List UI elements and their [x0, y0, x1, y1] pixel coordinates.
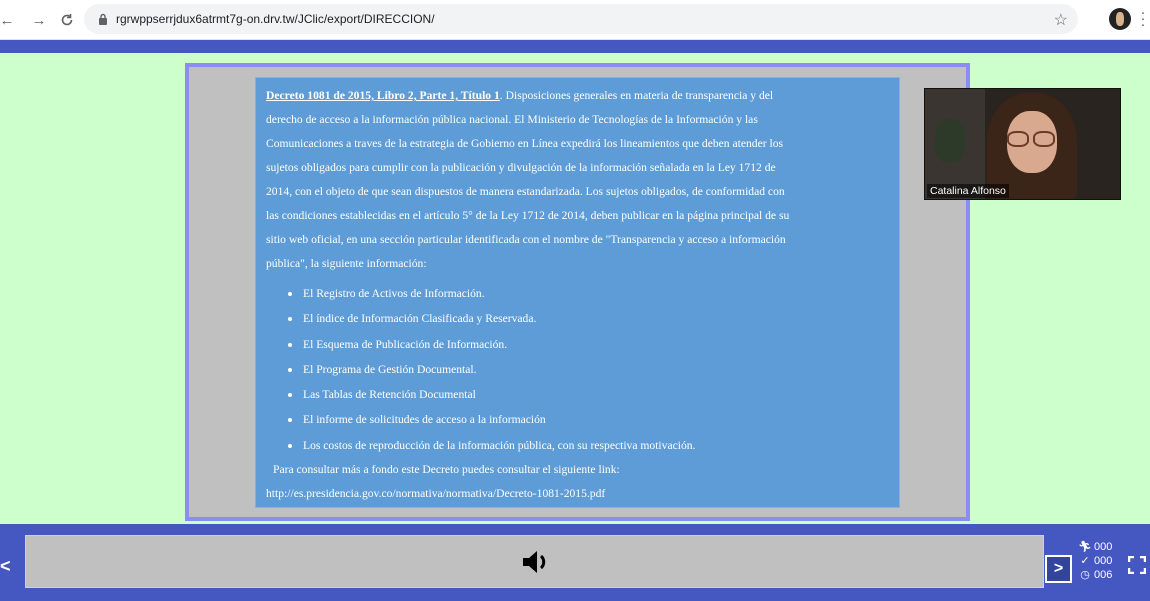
video-plant [935, 119, 965, 163]
back-icon[interactable]: ← [0, 9, 15, 31]
decree-reference[interactable]: Decreto 1081 de 2015, Libro 2, Parte 1, … [266, 89, 500, 102]
bottom-bar: < > 🏃︎ 000 ✓ 000 ◷ 006 [0, 524, 1150, 601]
next-button[interactable]: > [1045, 555, 1072, 583]
list-item: Las Tablas de Retención Documental [266, 382, 889, 407]
url-text: rgrwppserrjdux6atrmt7g-on.drv.tw/JClic/e… [116, 12, 435, 26]
consult-text: Para consultar más a fondo este Decreto … [273, 463, 620, 477]
intro-line: derecho de acceso a la información públi… [266, 113, 758, 126]
jclic-activity: Decreto 1081 de 2015, Libro 2, Parte 1, … [0, 40, 1150, 601]
list-item: El informe de solicitudes de acceso a la… [266, 407, 889, 432]
reload-icon[interactable] [56, 9, 78, 31]
counters: 🏃︎ 000 ✓ 000 ◷ 006 [1076, 540, 1134, 582]
message-box [25, 535, 1044, 588]
profile-avatar[interactable] [1109, 8, 1131, 30]
check-icon: ✓ [1080, 555, 1090, 567]
list-item: El índice de Información Clasificada y R… [266, 306, 889, 331]
browser-toolbar: ← → rgrwppserrjdux6atrmt7g-on.drv.tw/JCl… [0, 0, 1150, 40]
prev-button[interactable]: < [0, 556, 12, 577]
address-bar[interactable]: rgrwppserrjdux6atrmt7g-on.drv.tw/JClic/e… [84, 4, 1078, 34]
activity-frame: Decreto 1081 de 2015, Libro 2, Parte 1, … [185, 63, 970, 521]
intro-paragraph: Decreto 1081 de 2015, Libro 2, Parte 1, … [266, 84, 889, 276]
list-item: El Esquema de Publicación de Información… [266, 332, 889, 357]
star-icon[interactable]: ☆ [1054, 10, 1068, 30]
menu-dots-icon[interactable]: · · · [1140, 5, 1146, 32]
intro-line: 2014, con el objeto de que sean dispuest… [266, 185, 785, 198]
fullscreen-icon[interactable] [1128, 556, 1146, 574]
participant-name: Catalina Alfonso [927, 184, 1009, 198]
actions-counter: 🏃︎ 000 [1076, 540, 1134, 554]
list-item: El Programa de Gestión Documental. [266, 357, 889, 382]
clock-icon: ◷ [1080, 569, 1090, 581]
time-counter: ◷ 006 [1076, 568, 1134, 582]
decree-link[interactable]: http://es.presidencia.gov.co/normativa/n… [266, 482, 889, 506]
lock-icon [99, 13, 107, 25]
intro-line: Comunicaciones a traves de la estrategia… [266, 137, 784, 150]
forward-icon[interactable]: → [28, 9, 50, 31]
top-strip [0, 40, 1150, 53]
intro-line: pública", la siguiente información: [266, 257, 427, 270]
bullet-list: El Registro de Activos de Información. E… [266, 281, 889, 458]
list-item: Los costos de reproducción de la informa… [266, 433, 889, 458]
intro-line: . Disposiciones generales en materia de … [499, 89, 774, 102]
video-tile[interactable]: Catalina Alfonso [924, 88, 1121, 200]
intro-line: las condiciones establecidas en el artíc… [266, 209, 790, 222]
runner-icon: 🏃︎ [1078, 541, 1092, 553]
speaker-icon[interactable] [519, 547, 559, 577]
intro-line: sitio web oficial, en una sección partic… [266, 233, 786, 246]
correct-counter: ✓ 000 [1076, 554, 1134, 568]
intro-line: sujetos obligados para cumplir con la pu… [266, 161, 776, 174]
text-panel: Decreto 1081 de 2015, Libro 2, Parte 1, … [255, 77, 900, 508]
list-item: El Registro de Activos de Información. [266, 281, 889, 306]
